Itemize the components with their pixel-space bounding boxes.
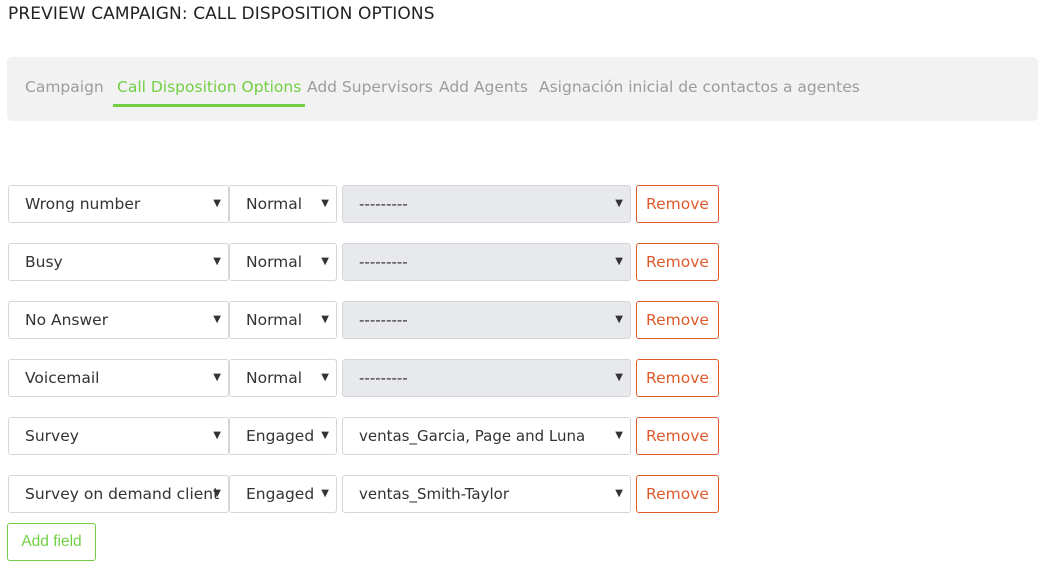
remove-button[interactable]: Remove bbox=[636, 475, 719, 513]
form-select-value: --------- bbox=[359, 253, 408, 271]
caret-down-icon: ▼ bbox=[615, 198, 623, 209]
form-select-value: --------- bbox=[359, 311, 408, 329]
caret-down-icon: ▼ bbox=[615, 314, 623, 325]
caret-down-icon: ▼ bbox=[321, 372, 329, 383]
disposition-select-value: No Answer bbox=[25, 311, 109, 329]
caret-down-icon: ▼ bbox=[321, 488, 329, 499]
caret-down-icon: ▼ bbox=[615, 488, 623, 499]
caret-down-icon: ▼ bbox=[213, 430, 221, 441]
type-select[interactable]: Normal ▼ bbox=[229, 243, 337, 281]
remove-button[interactable]: Remove bbox=[636, 359, 719, 397]
type-select-value: Normal bbox=[246, 253, 303, 271]
type-select-value: Engaged bbox=[246, 485, 315, 503]
disposition-select-value: Survey on demand client bbox=[25, 485, 220, 503]
form-select: --------- ▼ bbox=[342, 359, 631, 397]
type-select[interactable]: Normal ▼ bbox=[229, 301, 337, 339]
tab-asignacion-inicial[interactable]: Asignación inicial de contactos a agente… bbox=[535, 77, 864, 107]
type-select-value: Engaged bbox=[246, 427, 315, 445]
tab-call-disposition-options[interactable]: Call Disposition Options bbox=[113, 77, 306, 107]
type-select[interactable]: Normal ▼ bbox=[229, 185, 337, 223]
disposition-select[interactable]: Busy ▼ bbox=[8, 243, 229, 281]
caret-down-icon: ▼ bbox=[321, 430, 329, 441]
disposition-select-value: Voicemail bbox=[25, 369, 100, 387]
type-select[interactable]: Normal ▼ bbox=[229, 359, 337, 397]
form-select-value: ventas_Smith-Taylor bbox=[359, 485, 509, 503]
remove-button[interactable]: Remove bbox=[636, 417, 719, 455]
caret-down-icon: ▼ bbox=[213, 372, 221, 383]
type-select-value: Normal bbox=[246, 311, 303, 329]
type-select[interactable]: Engaged ▼ bbox=[229, 417, 337, 455]
form-select: --------- ▼ bbox=[342, 243, 631, 281]
caret-down-icon: ▼ bbox=[213, 256, 221, 267]
disposition-select[interactable]: Survey ▼ bbox=[8, 417, 229, 455]
form-select: --------- ▼ bbox=[342, 301, 631, 339]
disposition-select[interactable]: No Answer ▼ bbox=[8, 301, 229, 339]
caret-down-icon: ▼ bbox=[321, 256, 329, 267]
caret-down-icon: ▼ bbox=[213, 314, 221, 325]
form-select: --------- ▼ bbox=[342, 185, 631, 223]
remove-button[interactable]: Remove bbox=[636, 243, 719, 281]
tab-add-supervisors[interactable]: Add Supervisors bbox=[303, 77, 437, 107]
type-select-value: Normal bbox=[246, 369, 303, 387]
caret-down-icon: ▼ bbox=[615, 372, 623, 383]
caret-down-icon: ▼ bbox=[213, 488, 221, 499]
remove-button[interactable]: Remove bbox=[636, 301, 719, 339]
add-field-button[interactable]: Add field bbox=[7, 523, 96, 561]
caret-down-icon: ▼ bbox=[615, 430, 623, 441]
tab-campaign[interactable]: Campaign bbox=[21, 77, 108, 107]
remove-button[interactable]: Remove bbox=[636, 185, 719, 223]
page-title: PREVIEW CAMPAIGN: CALL DISPOSITION OPTIO… bbox=[8, 4, 435, 24]
disposition-select[interactable]: Survey on demand client ▼ bbox=[8, 475, 229, 513]
tab-add-agents[interactable]: Add Agents bbox=[435, 77, 532, 107]
disposition-select-value: Survey bbox=[25, 427, 79, 445]
disposition-select-value: Busy bbox=[25, 253, 63, 271]
form-select-value: --------- bbox=[359, 369, 408, 387]
form-select[interactable]: ventas_Smith-Taylor ▼ bbox=[342, 475, 631, 513]
form-select[interactable]: ventas_Garcia, Page and Luna ▼ bbox=[342, 417, 631, 455]
caret-down-icon: ▼ bbox=[321, 314, 329, 325]
type-select-value: Normal bbox=[246, 195, 303, 213]
tab-bar: Campaign Call Disposition Options Add Su… bbox=[7, 57, 1038, 121]
disposition-select-value: Wrong number bbox=[25, 195, 141, 213]
disposition-select[interactable]: Voicemail ▼ bbox=[8, 359, 229, 397]
type-select[interactable]: Engaged ▼ bbox=[229, 475, 337, 513]
form-select-value: ventas_Garcia, Page and Luna bbox=[359, 427, 586, 445]
disposition-select[interactable]: Wrong number ▼ bbox=[8, 185, 229, 223]
form-select-value: --------- bbox=[359, 195, 408, 213]
caret-down-icon: ▼ bbox=[615, 256, 623, 267]
caret-down-icon: ▼ bbox=[213, 198, 221, 209]
caret-down-icon: ▼ bbox=[321, 198, 329, 209]
